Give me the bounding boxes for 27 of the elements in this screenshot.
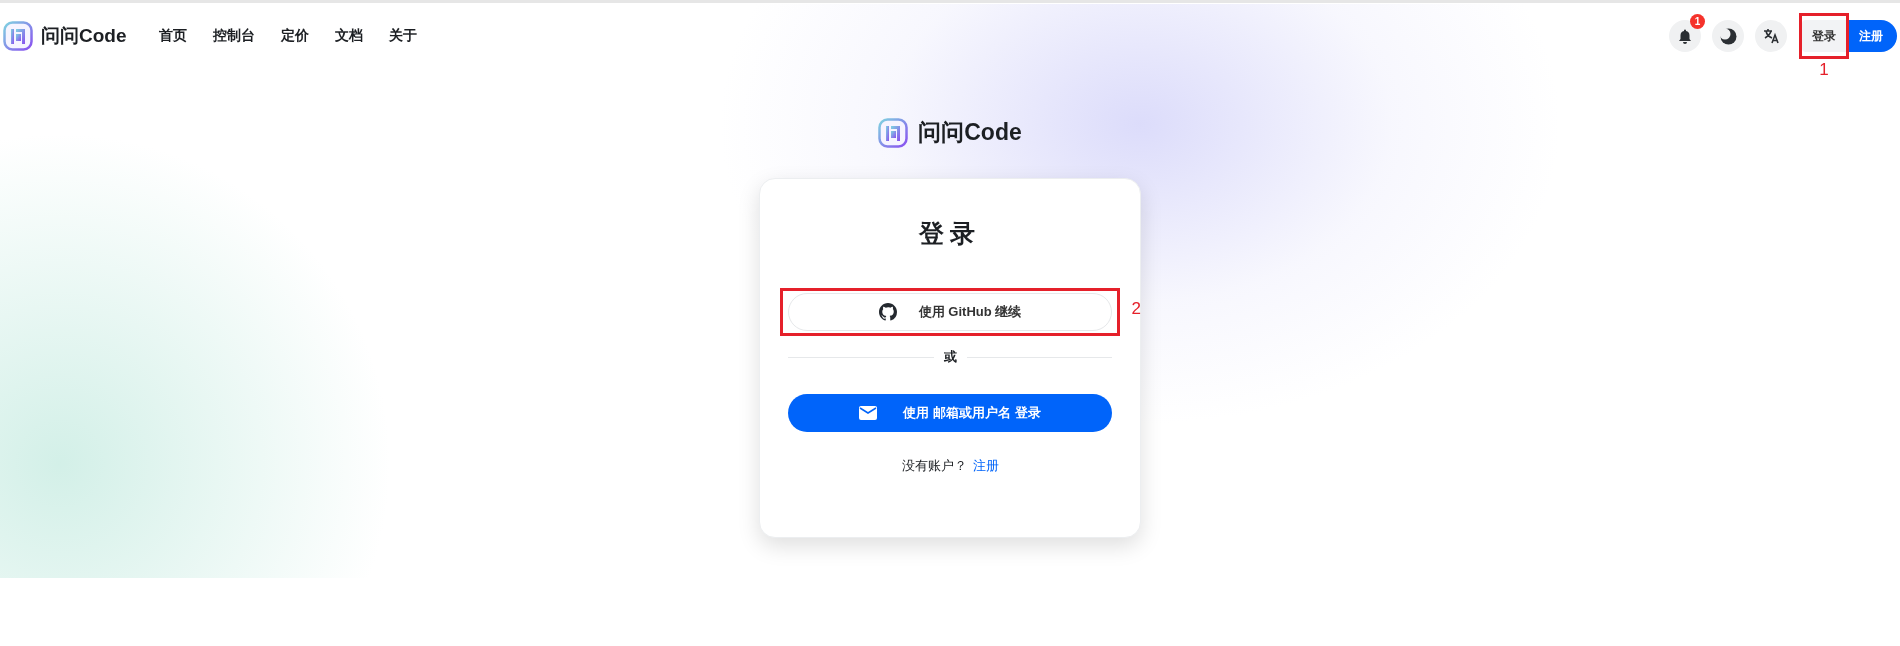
register-button[interactable]: 注册 <box>1849 20 1897 52</box>
annotation-number: 1 <box>1818 60 1830 80</box>
nav-link[interactable]: 控制台 <box>210 23 257 49</box>
brand-name: 问问Code <box>918 118 1022 147</box>
bell-icon <box>1678 28 1692 44</box>
login-title: 登录 <box>919 219 981 247</box>
nav-link[interactable]: 关于 <box>386 23 419 49</box>
translate-icon <box>1763 28 1779 44</box>
brand-logo-icon <box>878 117 909 148</box>
logo-icon <box>3 21 33 51</box>
logo-text[interactable]: 问问Code <box>41 23 127 49</box>
email-login-button[interactable]: 使用 邮箱或用户名 登录 <box>788 394 1112 432</box>
notification-badge: 1 <box>1690 14 1705 29</box>
github-icon <box>878 303 897 321</box>
no-account-text: 没有账户？ <box>901 458 967 473</box>
mail-icon <box>859 406 878 420</box>
nav-link[interactable]: 定价 <box>278 23 311 49</box>
language-button[interactable] <box>1755 20 1787 52</box>
github-button[interactable]: 使用 GitHub 继续 <box>788 293 1112 331</box>
nav-link[interactable]: 文档 <box>332 23 365 49</box>
annotation-number: 2 <box>1131 299 1141 319</box>
register-link[interactable]: 注册 <box>972 458 999 473</box>
theme-toggle-button[interactable] <box>1712 20 1744 52</box>
nav-link[interactable]: 首页 <box>156 23 189 49</box>
divider-label: 或 <box>943 348 957 366</box>
moon-icon <box>1719 27 1737 45</box>
login-button[interactable]: 登录 <box>1802 20 1846 52</box>
